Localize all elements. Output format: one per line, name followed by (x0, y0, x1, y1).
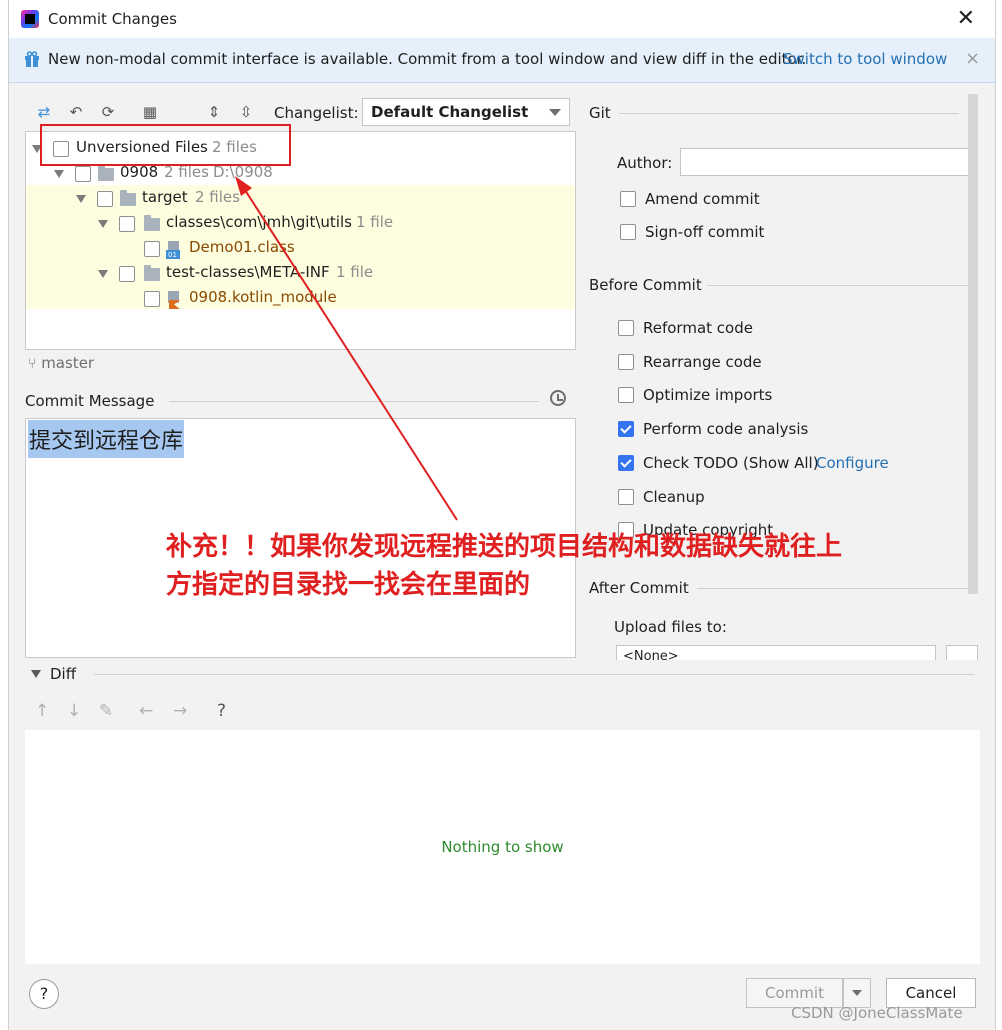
refresh-icon[interactable]: ⟳ (99, 103, 117, 121)
upload-target-select[interactable]: <None> (616, 645, 936, 660)
reformat-code-label: Reformat code (643, 319, 753, 337)
banner-text: New non-modal commit interface is availa… (48, 50, 807, 68)
edit-source-icon[interactable]: ✎ (99, 701, 113, 721)
next-difference-icon[interactable]: ↓ (67, 701, 81, 721)
check-todo-checkbox[interactable] (618, 455, 634, 471)
signoff-commit-checkbox[interactable] (620, 224, 636, 240)
target-checkbox[interactable] (97, 191, 113, 207)
demo01-label: Demo01.class (189, 238, 295, 256)
rearrange-code-checkbox[interactable] (618, 354, 634, 370)
chevron-down-icon (549, 109, 561, 116)
optimize-imports-label: Optimize imports (643, 386, 773, 404)
cleanup-label: Cleanup (643, 488, 705, 506)
group-by-icon[interactable]: ▦ (141, 103, 159, 121)
folder-icon (120, 190, 136, 206)
intellij-logo-icon (21, 10, 39, 28)
show-diff-icon[interactable]: ⇄ (35, 103, 53, 121)
annotation-line-1: 补充！！如果你发现远程推送的项目结构和数据缺失就往上 (166, 532, 843, 562)
configure-link[interactable]: Configure (816, 454, 889, 472)
check-todo-label: Check TODO (Show All) (643, 454, 819, 472)
diff-label: Diff (50, 665, 77, 683)
upload-files-label: Upload files to: (614, 618, 727, 636)
info-banner: New non-modal commit interface is availa… (9, 38, 995, 83)
upload-target-value: <None> (623, 649, 679, 660)
expand-arrow-icon[interactable] (98, 270, 108, 278)
banner-close-icon[interactable]: × (965, 48, 980, 69)
module-folder-icon (98, 165, 114, 181)
annotation-text: 补充！！如果你发现远程推送的项目结构和数据缺失就往上 方指定的目录找一找会在里面… (166, 528, 966, 604)
amend-commit-checkbox[interactable] (620, 191, 636, 207)
changelist-label: Changelist: (274, 104, 359, 122)
test-classes-count: 1 file (336, 263, 374, 281)
reformat-code-checkbox[interactable] (618, 320, 634, 336)
branch-label: master (41, 354, 95, 372)
collapse-diff-icon[interactable] (31, 670, 41, 678)
title-bar: Commit Changes ✕ (9, 0, 995, 38)
options-scrollbar[interactable] (968, 94, 978, 594)
author-label: Author: (617, 154, 673, 172)
signoff-commit-label: Sign-off commit (645, 223, 765, 241)
folder-icon (144, 215, 160, 231)
kotlin-module-label: 0908.kotlin_module (189, 288, 337, 306)
folder-icon (144, 265, 160, 281)
kotlin-module-checkbox[interactable] (144, 291, 160, 307)
expand-arrow-icon[interactable] (76, 195, 86, 203)
commit-message-text: 提交到远程仓库 (28, 420, 185, 458)
test-classes-checkbox[interactable] (119, 266, 135, 282)
window-title: Commit Changes (48, 10, 177, 28)
classes-count: 1 file (356, 213, 394, 231)
class-file-icon: 01 (166, 241, 180, 259)
expand-all-icon[interactable]: ⇕ (205, 103, 223, 121)
message-history-icon[interactable] (550, 390, 566, 406)
perform-code-analysis-label: Perform code analysis (643, 420, 809, 438)
divider (707, 285, 977, 286)
git-section-title: Git (589, 104, 611, 122)
gift-icon (25, 51, 39, 67)
test-classes-label: test-classes\META-INF (166, 263, 330, 281)
annotation-line-2: 方指定的目录找一找会在里面的 (166, 570, 531, 600)
divider (169, 401, 539, 402)
branch-indicator: ⑂ master (28, 354, 94, 372)
optimize-imports-checkbox[interactable] (618, 387, 634, 403)
target-count: 2 files (195, 188, 240, 206)
empty-diff-text: Nothing to show (441, 838, 564, 856)
kotlin-file-icon (168, 291, 180, 309)
diff-viewer: Nothing to show (25, 730, 980, 964)
changelist-select[interactable]: Default Changelist (362, 98, 570, 126)
changelist-value: Default Changelist (371, 103, 529, 121)
divider (619, 113, 959, 114)
cleanup-checkbox[interactable] (618, 489, 634, 505)
commit-message-label: Commit Message (25, 392, 155, 410)
previous-file-icon[interactable]: ← (139, 701, 153, 721)
branch-icon: ⑂ (28, 356, 37, 372)
watermark: CSDN @JoneClassMate (791, 1004, 963, 1022)
collapse-all-icon[interactable]: ⇳ (237, 103, 255, 121)
author-input[interactable] (680, 148, 973, 176)
highlight-box (40, 124, 291, 166)
divider (94, 674, 974, 675)
commit-dialog: Commit Changes ✕ New non-modal commit in… (8, 0, 996, 1030)
help-button[interactable]: ? (29, 979, 59, 1009)
close-icon[interactable]: ✕ (957, 6, 975, 31)
target-label: target (142, 188, 188, 206)
classes-label: classes\com\jmh\git\utils (166, 213, 352, 231)
demo01-checkbox[interactable] (144, 241, 160, 257)
perform-code-analysis-checkbox[interactable] (618, 421, 634, 437)
rearrange-code-label: Rearrange code (643, 353, 762, 371)
svg-text:01: 01 (168, 251, 177, 259)
switch-to-tool-window-link[interactable]: Switch to tool window (783, 50, 947, 68)
upload-config-button[interactable] (946, 645, 978, 660)
classes-checkbox[interactable] (119, 216, 135, 232)
project-checkbox[interactable] (75, 166, 91, 182)
amend-commit-label: Amend commit (645, 190, 760, 208)
diff-help-icon[interactable]: ? (217, 701, 226, 721)
previous-difference-icon[interactable]: ↑ (35, 701, 49, 721)
expand-arrow-icon[interactable] (98, 220, 108, 228)
before-commit-title: Before Commit (589, 276, 702, 294)
next-file-icon[interactable]: → (173, 701, 187, 721)
rollback-icon[interactable]: ↶ (67, 103, 85, 121)
expand-arrow-icon[interactable] (54, 170, 64, 178)
